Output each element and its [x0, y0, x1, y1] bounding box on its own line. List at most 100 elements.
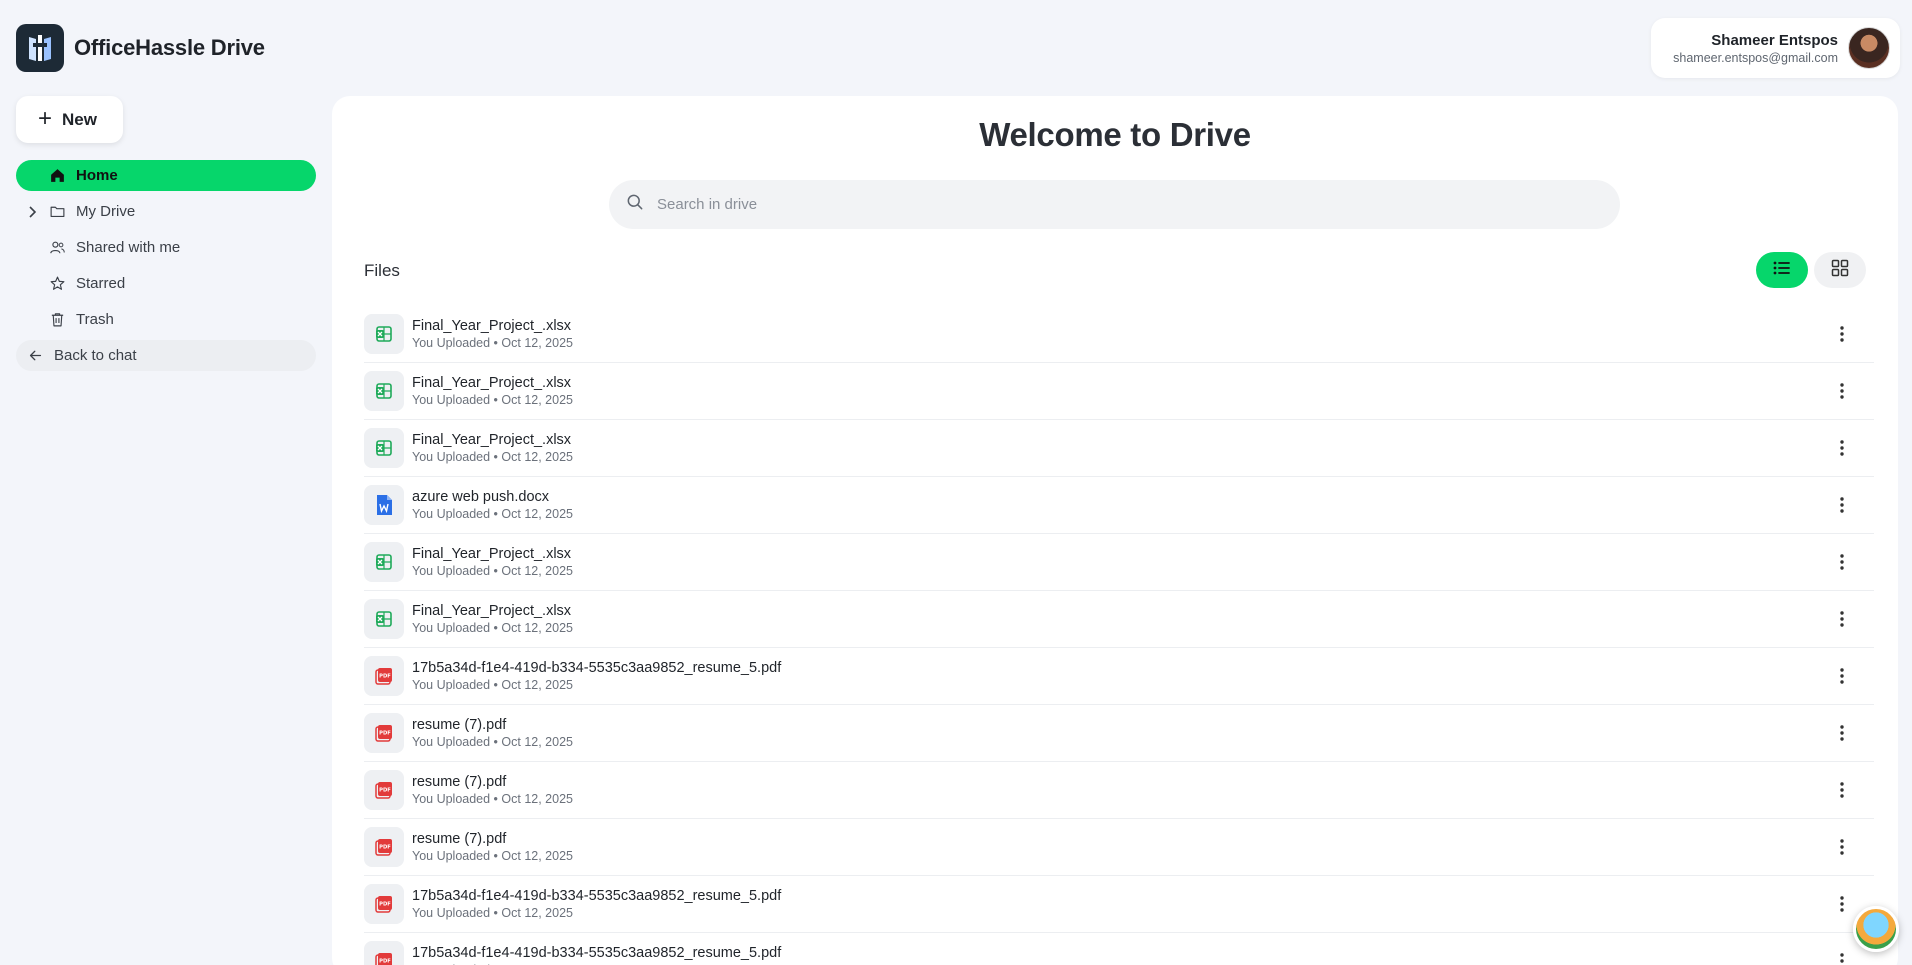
user-name: Shameer Entspos: [1711, 31, 1838, 49]
file-meta: You Uploaded • Oct 12, 2025: [412, 393, 573, 407]
more-options-icon[interactable]: [1830, 607, 1854, 631]
file-name: azure web push.docx: [412, 489, 550, 505]
file-meta: You Uploaded • Oct 12, 2025: [412, 849, 573, 863]
file-name: Final_Year_Project_.xlsx: [412, 432, 572, 448]
pdf-file-icon: PDF: [364, 884, 404, 924]
sidebar-item-label: My Drive: [76, 203, 136, 220]
main-panel: Welcome to Drive Files Final_Year_Projec…: [332, 96, 1898, 965]
files-heading: Files: [364, 261, 400, 280]
more-options-icon[interactable]: [1830, 322, 1854, 346]
file-row[interactable]: PDF resume (7).pdf You Uploaded • Oct 12, …: [364, 762, 1874, 819]
excel-file-icon: [364, 599, 404, 639]
svg-text:PDF: PDF: [379, 959, 391, 965]
list-view-button[interactable]: [1756, 252, 1808, 288]
file-row[interactable]: Final_Year_Project_.xlsx You Uploaded • O…: [364, 420, 1874, 477]
more-options-icon[interactable]: [1830, 550, 1854, 574]
arrow-left-icon: [26, 347, 44, 365]
plus-icon: +: [38, 104, 53, 132]
pdf-file-icon: PDF: [364, 656, 404, 696]
users-icon: [48, 239, 66, 257]
word-file-icon: [364, 485, 404, 525]
file-meta: You Uploaded • Oct 12, 2025: [412, 621, 573, 635]
sidebar-item-home[interactable]: Home: [16, 160, 316, 191]
file-name: resume (7).pdf: [412, 717, 507, 733]
file-row[interactable]: Final_Year_Project_.xlsx You Uploaded • O…: [364, 534, 1874, 591]
file-meta: You Uploaded • Oct 12, 2025: [412, 507, 573, 521]
file-meta: You Uploaded • Oct 12, 2025: [412, 564, 573, 578]
search-bar[interactable]: [609, 180, 1620, 229]
sidebar-item-label: Shared with me: [76, 239, 181, 256]
file-meta: You Uploaded • Oct 12, 2025: [412, 336, 573, 350]
search-input[interactable]: [657, 196, 1553, 213]
brand[interactable]: OfficeHassle Drive: [16, 24, 265, 72]
app-title: OfficeHassle Drive: [74, 35, 265, 60]
file-row[interactable]: PDF 17b5a34d-f1e4-419d-b334-5535c3aa9852_…: [364, 876, 1874, 933]
pdf-file-icon: PDF: [364, 770, 404, 810]
user-profile-card[interactable]: Shameer Entspos shameer.entspos@gmail.co…: [1651, 18, 1900, 78]
grid-icon: [1831, 259, 1849, 282]
excel-file-icon: [364, 371, 404, 411]
more-options-icon[interactable]: [1830, 835, 1854, 859]
more-options-icon[interactable]: [1830, 721, 1854, 745]
chevron-right-icon[interactable]: [28, 205, 38, 218]
file-row[interactable]: PDF resume (7).pdf You Uploaded • Oct 12, …: [364, 705, 1874, 762]
file-meta: You Uploaded • Oct 12, 2025: [412, 735, 573, 749]
list-icon: [1772, 259, 1792, 282]
file-row[interactable]: Final_Year_Project_.xlsx You Uploaded • O…: [364, 591, 1874, 648]
file-name: 17b5a34d-f1e4-419d-b334-5535c3aa9852_res…: [412, 660, 782, 676]
excel-file-icon: [364, 314, 404, 354]
svg-text:PDF: PDF: [379, 902, 391, 908]
more-options-icon[interactable]: [1830, 436, 1854, 460]
avatar[interactable]: [1848, 27, 1890, 69]
file-meta: You Uploaded • Oct 12, 2025: [412, 450, 573, 464]
excel-file-icon: [364, 428, 404, 468]
sidebar-item-label: Home: [76, 167, 118, 184]
more-options-icon[interactable]: [1830, 892, 1854, 916]
file-meta: You Uploaded • Oct 12, 2025: [412, 906, 573, 920]
file-name: Final_Year_Project_.xlsx: [412, 603, 572, 619]
sidebar-item-my-drive[interactable]: My Drive: [16, 196, 316, 227]
svg-text:PDF: PDF: [379, 731, 391, 737]
officehassle-logo-icon: [16, 24, 64, 72]
sidebar-item-trash[interactable]: Trash: [16, 304, 316, 335]
sidebar-item-label: Trash: [76, 311, 114, 328]
sidebar-item-starred[interactable]: Starred: [16, 268, 316, 299]
file-row[interactable]: Final_Year_Project_.xlsx You Uploaded • O…: [364, 306, 1874, 363]
sidebar-nav: Home My Drive Shared with me Starred Tra…: [16, 160, 316, 376]
file-row[interactable]: PDF 17b5a34d-f1e4-419d-b334-5535c3aa9852_…: [364, 648, 1874, 705]
svg-text:PDF: PDF: [379, 674, 391, 680]
svg-text:PDF: PDF: [379, 788, 391, 794]
new-button-label: New: [62, 109, 97, 129]
grid-view-button[interactable]: [1814, 252, 1866, 288]
file-row[interactable]: azure web push.docx You Uploaded • Oct 12…: [364, 477, 1874, 534]
file-name: 17b5a34d-f1e4-419d-b334-5535c3aa9852_res…: [412, 945, 782, 961]
more-options-icon[interactable]: [1830, 379, 1854, 403]
back-to-chat-button[interactable]: Back to chat: [16, 340, 316, 371]
more-options-icon[interactable]: [1830, 949, 1854, 965]
pdf-file-icon: PDF: [364, 713, 404, 753]
pdf-file-icon: PDF: [364, 827, 404, 867]
file-meta: You Uploaded • Oct 12, 2025: [412, 678, 573, 692]
file-name: Final_Year_Project_.xlsx: [412, 375, 572, 391]
file-row[interactable]: PDF 17b5a34d-f1e4-419d-b334-5535c3aa9852_…: [364, 933, 1874, 965]
user-email: shameer.entspos@gmail.com: [1673, 50, 1838, 65]
file-name: Final_Year_Project_.xlsx: [412, 318, 572, 334]
floating-assistant-button[interactable]: [1853, 906, 1899, 952]
file-name: resume (7).pdf: [412, 774, 507, 790]
svg-text:PDF: PDF: [379, 845, 391, 851]
more-options-icon[interactable]: [1830, 493, 1854, 517]
more-options-icon[interactable]: [1830, 778, 1854, 802]
excel-file-icon: [364, 542, 404, 582]
trash-icon: [48, 311, 66, 329]
file-meta: You Uploaded • Oct 12, 2025: [412, 792, 573, 806]
file-row[interactable]: PDF resume (7).pdf You Uploaded • Oct 12, …: [364, 819, 1874, 876]
file-name: resume (7).pdf: [412, 831, 507, 847]
more-options-icon[interactable]: [1830, 664, 1854, 688]
page-title: Welcome to Drive: [979, 116, 1251, 153]
file-row[interactable]: Final_Year_Project_.xlsx You Uploaded • O…: [364, 363, 1874, 420]
sidebar-item-label: Starred: [76, 275, 126, 292]
file-name: Final_Year_Project_.xlsx: [412, 546, 572, 562]
sidebar-item-shared-with-me[interactable]: Shared with me: [16, 232, 316, 263]
new-button[interactable]: + New: [16, 96, 123, 143]
view-toggle: [1756, 252, 1866, 288]
